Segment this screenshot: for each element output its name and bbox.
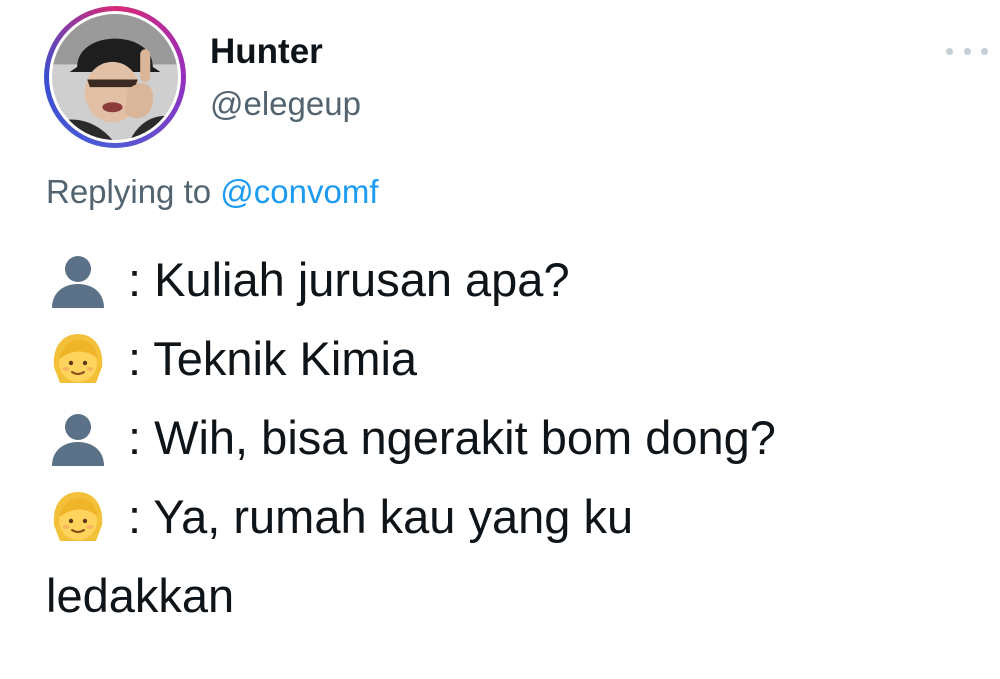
bust-in-silhouette-emoji-icon: [46, 410, 110, 466]
tweet-text: : Kuliah jurusan apa? : Teknik Kimia : W…: [46, 240, 976, 635]
author-avatar[interactable]: [44, 6, 186, 148]
more-horizontal-icon: [946, 47, 953, 55]
dialogue-line-text: : Ya, rumah kau yang ku: [128, 490, 634, 543]
person-blond-hair-emoji-icon: [46, 489, 110, 545]
more-options-button[interactable]: [946, 40, 988, 62]
dialogue-line: : Teknik Kimia: [46, 319, 976, 398]
dialogue-line: : Ya, rumah kau yang ku: [46, 477, 976, 556]
avatar-photo: [49, 11, 181, 143]
reply-to-mention-link[interactable]: @convomf: [220, 173, 378, 210]
author-handle[interactable]: @elegeup: [210, 83, 361, 125]
bust-in-silhouette-emoji-icon: [46, 252, 110, 308]
replying-to: Replying to @convomf: [46, 170, 379, 214]
dialogue-line-text: : Wih, bisa ngerakit bom dong?: [128, 411, 776, 464]
person-blond-hair-emoji-icon: [46, 331, 110, 387]
dialogue-line: : Kuliah jurusan apa?: [46, 240, 976, 319]
profile-photo-icon: [52, 14, 178, 140]
dialogue-line-text: : Teknik Kimia: [128, 332, 418, 385]
dialogue-line: : Wih, bisa ngerakit bom dong?: [46, 398, 976, 477]
author-display-name[interactable]: Hunter: [210, 30, 323, 74]
dialogue-continuation: ledakkan: [46, 569, 235, 622]
more-horizontal-icon: [981, 47, 988, 55]
more-horizontal-icon: [963, 47, 971, 55]
dialogue-line-text: : Kuliah jurusan apa?: [128, 253, 570, 306]
replying-to-label: Replying to: [46, 173, 212, 210]
